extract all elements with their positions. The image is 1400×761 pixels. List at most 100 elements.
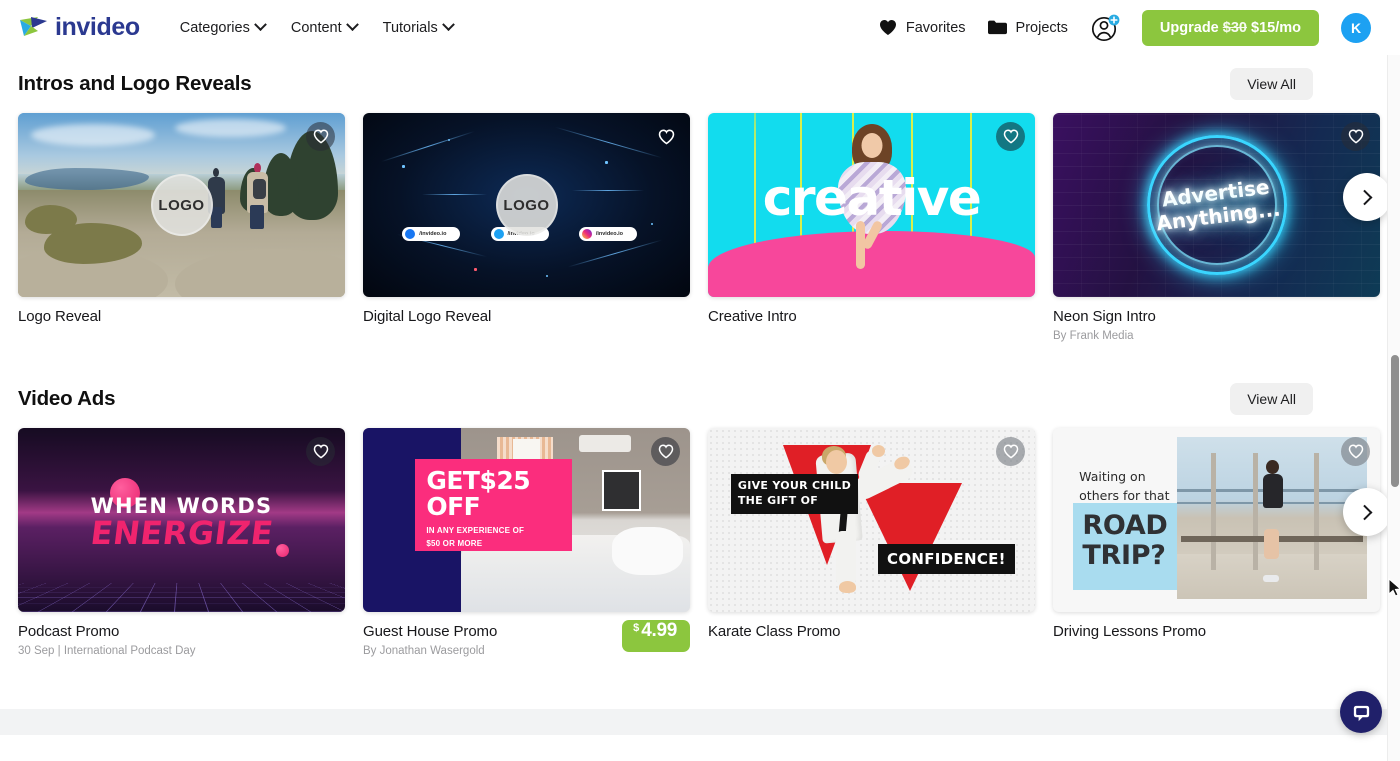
podcast-line-2: ENERGIZE (87, 514, 276, 553)
social-handle: /invideo.io (419, 231, 447, 238)
thumbnail-art-karate: GIVE YOUR CHILD THE GIFT OF CONFIDENCE! (708, 428, 1035, 612)
card-title: Creative Intro (708, 308, 797, 325)
price-badge: $ 4.99 (622, 620, 690, 652)
template-card-podcast-promo[interactable]: WHEN WORDS ENERGIZE Podcast Promo 30 Sep… (18, 428, 345, 657)
card-title: Karate Class Promo (708, 623, 841, 640)
nav-label-tutorials: Tutorials (382, 19, 438, 36)
page-root: invideo Categories Content Tutorials Fav… (0, 0, 1400, 761)
carousel-next-button-video-ads[interactable] (1343, 488, 1387, 536)
promo-big-line-2: OFF (426, 491, 481, 521)
card-thumbnail[interactable]: LOGO (18, 113, 345, 297)
thumbnail-word: creative (762, 168, 982, 227)
card-subtitle: By Frank Media (1053, 330, 1134, 342)
driving-top-text: Waiting on others for that (1079, 469, 1170, 503)
logo-placeholder-badge: LOGO (150, 174, 213, 236)
nav-item-categories[interactable]: Categories (179, 18, 267, 36)
favorites-label: Favorites (905, 19, 966, 36)
card-thumbnail[interactable]: creative (708, 113, 1035, 297)
price-amount: 4.99 (641, 620, 677, 641)
heart-outline-icon (1003, 129, 1019, 144)
card-title: Driving Lessons Promo (1053, 623, 1206, 640)
template-card-karate-class-promo[interactable]: GIVE YOUR CHILD THE GIFT OF CONFIDENCE! … (708, 428, 1035, 657)
chevron-down-icon (345, 18, 359, 32)
price-currency: $ (633, 622, 640, 634)
nav-label-content: Content (290, 19, 342, 36)
card-row-intros: LOGO Logo Reveal /invideo.io /invideo.io… (18, 113, 1387, 342)
card-thumbnail[interactable]: GIVE YOUR CHILD THE GIFT OF CONFIDENCE! (708, 428, 1035, 612)
karate-headline-bar: GIVE YOUR CHILD THE GIFT OF (730, 474, 859, 514)
template-card-digital-logo-reveal[interactable]: /invideo.io /invideo.io /invideo.io (363, 113, 690, 342)
add-user-icon[interactable] (1090, 13, 1120, 43)
chevron-right-icon (1356, 504, 1372, 520)
logo-placeholder-badge: LOGO (495, 174, 558, 236)
favorite-button[interactable] (996, 122, 1025, 151)
content-area: Intros and Logo Reveals View All LOGO Lo… (0, 55, 1387, 735)
card-title: Neon Sign Intro (1053, 308, 1156, 325)
card-title: Logo Reveal (18, 308, 102, 325)
upgrade-button[interactable]: Upgrade $30 $15/mo (1141, 9, 1319, 46)
footer-strip (0, 709, 1387, 735)
favorite-button[interactable] (651, 122, 680, 151)
page-scrollbar[interactable] (1387, 55, 1400, 761)
favorite-button[interactable] (1341, 122, 1370, 151)
chevron-down-icon (253, 18, 267, 32)
brand-name: invideo (55, 13, 140, 41)
section-title: Video Ads (18, 387, 116, 410)
card-title: Digital Logo Reveal (363, 308, 492, 325)
upgrade-new-price: $15/mo (1251, 19, 1301, 36)
favorite-button[interactable] (1341, 437, 1370, 466)
section-video-ads: Video Ads View All WHEN WORDS ENERGIZE P… (0, 370, 1387, 657)
template-card-neon-sign-intro[interactable]: Advertise Anything... Neon Sign Intro By… (1053, 113, 1380, 342)
carousel-next-button-intros[interactable] (1343, 173, 1387, 221)
heart-outline-icon (1348, 129, 1364, 144)
favorite-button[interactable] (651, 437, 680, 466)
heart-outline-icon (658, 129, 674, 145)
section-title: Intros and Logo Reveals (18, 72, 252, 95)
favorite-button[interactable] (996, 437, 1025, 466)
nav-item-content[interactable]: Content (290, 18, 359, 36)
section-intros-and-logo-reveals: Intros and Logo Reveals View All LOGO Lo… (0, 55, 1387, 342)
section-header: Intros and Logo Reveals View All (18, 55, 1387, 113)
heart-outline-icon (313, 444, 329, 459)
driving-headline: ROAD TRIP? (1082, 509, 1168, 572)
template-card-logo-reveal[interactable]: LOGO Logo Reveal (18, 113, 345, 342)
card-title: Podcast Promo (18, 623, 120, 640)
template-card-driving-lessons-promo[interactable]: Waiting on others for that ROAD TRIP? Dr… (1053, 428, 1380, 657)
chat-widget-button[interactable] (1340, 691, 1382, 733)
nav-label-categories: Categories (179, 19, 250, 36)
main-nav: Categories Content Tutorials (179, 18, 455, 36)
view-all-button-video-ads[interactable]: View All (1230, 383, 1313, 415)
brand-logo[interactable]: invideo (18, 13, 140, 42)
promo-banner: GET$25 OFF IN ANY EXPERIENCE OF $50 OR M… (415, 459, 573, 552)
thumbnail-art-creative: creative (708, 113, 1035, 297)
upgrade-old-price: $30 (1222, 19, 1247, 36)
template-card-guest-house-promo[interactable]: GET$25 OFF IN ANY EXPERIENCE OF $50 OR M… (363, 428, 690, 657)
folder-icon (987, 20, 1007, 35)
favorite-button[interactable] (306, 437, 335, 466)
projects-label: Projects (1015, 19, 1068, 36)
card-thumbnail[interactable]: /invideo.io /invideo.io /invideo.io (363, 113, 690, 297)
karate-confidence-bar: CONFIDENCE! (878, 543, 1015, 574)
card-thumbnail[interactable]: WHEN WORDS ENERGIZE (18, 428, 345, 612)
card-thumbnail[interactable]: Advertise Anything... (1053, 113, 1380, 297)
header-actions: Favorites Projects Upgrade $30 $15/mo K (879, 9, 1371, 46)
promo-small-line-2: $50 OR MORE (426, 538, 483, 548)
favorite-button[interactable] (306, 122, 335, 151)
card-thumbnail[interactable]: Waiting on others for that ROAD TRIP? (1053, 428, 1380, 612)
favorites-link[interactable]: Favorites (879, 19, 966, 36)
avatar[interactable]: K (1341, 12, 1371, 43)
projects-link[interactable]: Projects (987, 19, 1068, 36)
thumbnail-art-podcast: WHEN WORDS ENERGIZE (18, 428, 345, 612)
heart-outline-icon (313, 129, 329, 144)
view-all-button-intros[interactable]: View All (1230, 68, 1313, 100)
social-handle: /invideo.io (595, 231, 624, 238)
chevron-down-icon (441, 18, 455, 32)
template-card-creative-intro[interactable]: creative Creative Intro (708, 113, 1035, 342)
invideo-mark-icon (18, 14, 48, 42)
scrollbar-thumb[interactable] (1391, 355, 1399, 487)
upgrade-prefix: Upgrade (1159, 19, 1219, 36)
heart-outline-icon (658, 444, 674, 459)
chevron-right-icon (1356, 189, 1372, 205)
card-thumbnail[interactable]: GET$25 OFF IN ANY EXPERIENCE OF $50 OR M… (363, 428, 690, 612)
nav-item-tutorials[interactable]: Tutorials (382, 18, 455, 36)
